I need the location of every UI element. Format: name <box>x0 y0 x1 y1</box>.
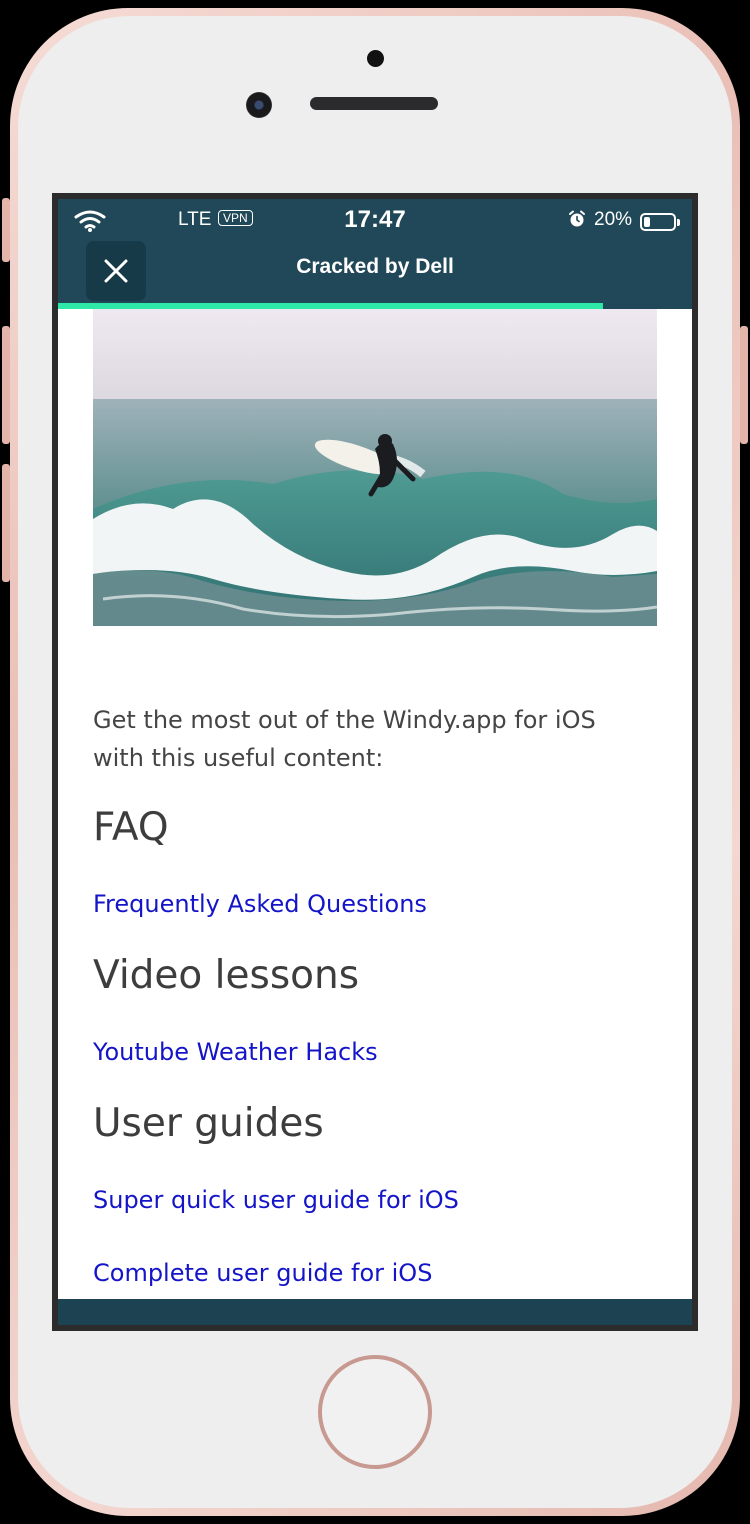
link-youtube-weather-hacks[interactable]: Youtube Weather Hacks <box>93 1038 378 1066</box>
section-heading-user-guides: User guides <box>93 1101 324 1146</box>
link-complete-user-guide[interactable]: Complete user guide for iOS <box>93 1259 432 1287</box>
alarm-icon <box>569 210 585 227</box>
proximity-sensor <box>367 50 384 67</box>
volume-up-button <box>2 326 10 444</box>
battery-icon <box>640 213 680 231</box>
battery-level-fill <box>644 217 651 227</box>
home-button[interactable] <box>318 1355 432 1469</box>
section-heading-video-lessons: Video lessons <box>93 953 360 998</box>
volume-down-button <box>2 464 10 582</box>
nav-bar: Cracked by Dell <box>58 239 692 307</box>
hero-image-surfer <box>93 309 657 626</box>
page-title: Cracked by Dell <box>296 255 454 278</box>
power-button <box>740 326 748 444</box>
web-content[interactable]: Get the most out of the Windy.app for iO… <box>58 309 692 1305</box>
link-frequently-asked-questions[interactable]: Frequently Asked Questions <box>93 890 427 918</box>
app-window: LTE VPN 17:47 20% Cracked by Dell Get th… <box>58 199 692 1325</box>
battery-percentage: 20% <box>594 209 633 230</box>
bottom-toolbar <box>58 1299 692 1325</box>
section-heading-faq: FAQ <box>93 805 169 850</box>
intro-text: Get the most out of the Windy.app for iO… <box>93 706 596 772</box>
earpiece-speaker <box>310 97 438 110</box>
front-camera-icon <box>246 92 272 118</box>
screen: LTE VPN 17:47 20% Cracked by Dell Get th… <box>52 193 698 1331</box>
surfer-photo <box>93 309 657 626</box>
mute-switch <box>2 198 10 262</box>
link-super-quick-user-guide[interactable]: Super quick user guide for iOS <box>93 1186 459 1214</box>
